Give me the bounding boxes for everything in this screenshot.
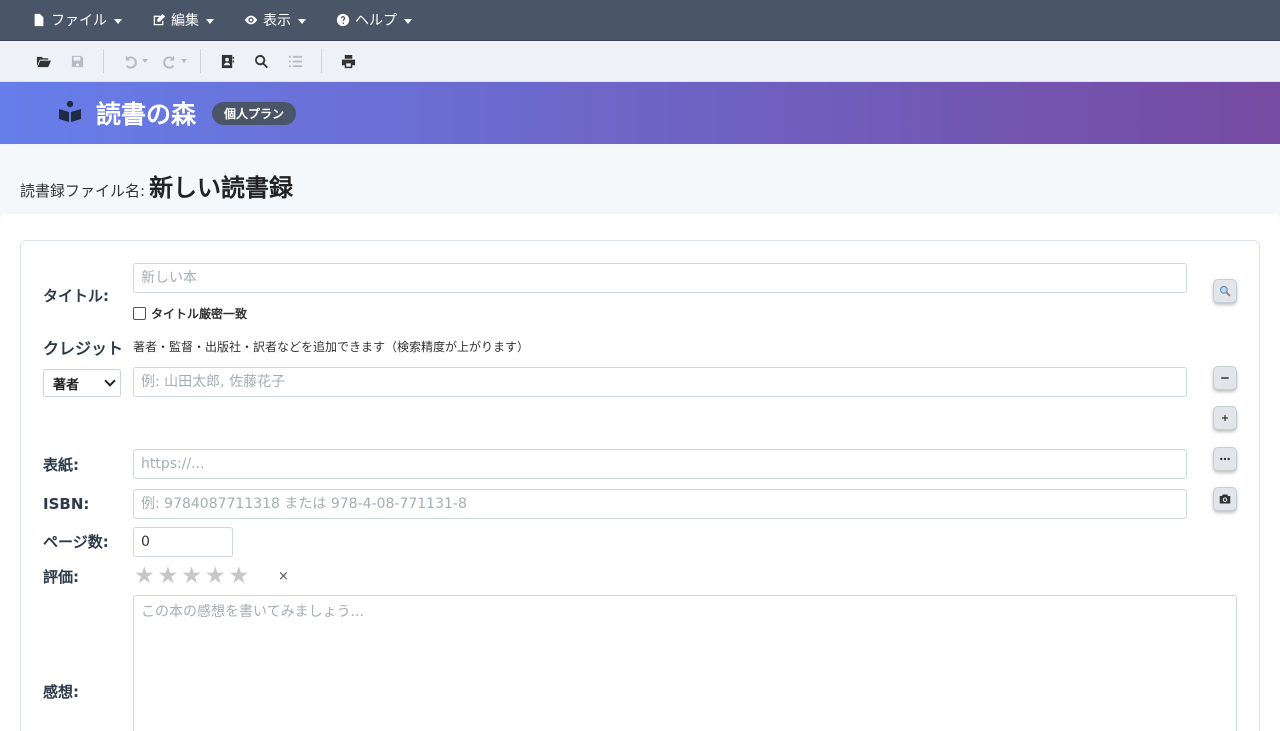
plus-icon: [1222, 415, 1228, 421]
star-icon[interactable]: ★: [205, 565, 226, 588]
credit-hint: 著者・監督・出版社・訳者などを追加できます（検索精度が上がります）: [133, 340, 530, 354]
cover-label: 表紙:: [43, 456, 79, 474]
title-input[interactable]: [133, 263, 1187, 293]
toolbar: [0, 41, 1280, 82]
eye-icon: [244, 15, 258, 25]
magnifier-icon: [1219, 285, 1231, 297]
star-icon[interactable]: ★: [229, 565, 250, 588]
folder-open-icon: [36, 56, 51, 67]
redo-button[interactable]: [159, 51, 179, 71]
exact-match-label: タイトル厳密一致: [151, 307, 248, 321]
ellipsis-icon: [1220, 457, 1230, 461]
main-content: タイトル: タイトル厳密一致 クレジット 著者・監督・出版社・訳者などを追加でき…: [0, 214, 1280, 731]
credit-role-select[interactable]: 著者: [43, 369, 121, 397]
menu-view-label: 表示: [263, 13, 291, 29]
isbn-scan-button[interactable]: [1213, 487, 1237, 511]
save-button[interactable]: [67, 51, 87, 71]
credit-label: クレジット: [43, 339, 124, 358]
undo-dropdown-icon[interactable]: [142, 59, 148, 63]
file-name[interactable]: 新しい読書録: [149, 168, 293, 203]
toolbar-separator: [200, 49, 201, 73]
remove-credit-button[interactable]: [1213, 366, 1237, 390]
review-textarea[interactable]: [133, 595, 1237, 731]
toolbar-separator: [103, 49, 104, 73]
review-label: 感想:: [43, 683, 79, 701]
menu-file-label: ファイル: [51, 13, 107, 29]
minus-icon: [1221, 377, 1229, 379]
chevron-down-icon: [104, 375, 116, 387]
menu-view[interactable]: 表示: [244, 10, 306, 30]
redo-icon: [162, 55, 174, 69]
menu-bar: ファイル 編集 表示 ヘルプ: [0, 0, 1280, 41]
save-icon: [71, 55, 83, 67]
rating-label: 評価:: [43, 568, 79, 586]
star-icon[interactable]: ★: [181, 565, 202, 588]
isbn-input[interactable]: [133, 489, 1187, 519]
star-icon[interactable]: ★: [158, 565, 179, 588]
brand-banner: 読書の森 個人プラン: [0, 82, 1280, 144]
file-name-label: 読書録ファイル名:: [20, 182, 146, 200]
brand-name: 読書の森: [96, 100, 197, 129]
book-reader-logo-icon: [58, 99, 82, 127]
open-button[interactable]: [33, 51, 53, 71]
star-icon[interactable]: ★: [134, 565, 155, 588]
address-book-button[interactable]: [217, 51, 237, 71]
isbn-label: ISBN:: [43, 495, 90, 513]
print-icon: [341, 54, 355, 68]
title-label: タイトル:: [43, 287, 109, 305]
plan-badge: 個人プラン: [212, 101, 297, 125]
caret-down-icon: [404, 18, 412, 24]
pages-label: ページ数:: [43, 533, 109, 551]
menu-help-label: ヘルプ: [355, 13, 397, 29]
redo-dropdown-icon[interactable]: [181, 59, 187, 63]
file-icon: [34, 13, 44, 27]
menu-edit-label: 編集: [171, 13, 199, 29]
file-name-line: 読書録ファイル名: 新しい読書録: [20, 168, 293, 203]
address-book-icon: [221, 54, 234, 68]
cover-options-button[interactable]: [1213, 447, 1237, 471]
caret-down-icon: [114, 18, 122, 24]
list-icon: [288, 55, 302, 67]
rating-clear-button[interactable]: ×: [278, 569, 289, 584]
search-button[interactable]: [251, 51, 271, 71]
undo-button[interactable]: [120, 51, 140, 71]
question-circle-icon: [336, 13, 350, 27]
add-credit-button[interactable]: [1213, 406, 1237, 430]
search-icon: [254, 54, 268, 68]
menu-file[interactable]: ファイル: [32, 10, 122, 30]
menu-edit[interactable]: 編集: [152, 10, 214, 30]
list-button[interactable]: [285, 51, 305, 71]
undo-icon: [125, 55, 137, 69]
credit-role-value: 著者: [53, 377, 80, 393]
exact-match-checkbox[interactable]: [133, 307, 146, 320]
book-form-panel: タイトル: タイトル厳密一致 クレジット 著者・監督・出版社・訳者などを追加でき…: [20, 240, 1260, 731]
title-search-button[interactable]: [1213, 279, 1237, 303]
rating-stars: ★ ★ ★ ★ ★: [134, 565, 252, 588]
caret-down-icon: [298, 18, 306, 24]
cover-url-input[interactable]: [133, 449, 1187, 479]
pages-input[interactable]: [133, 527, 233, 557]
credit-name-input[interactable]: [133, 367, 1187, 397]
caret-down-icon: [206, 18, 214, 24]
toolbar-separator: [321, 49, 322, 73]
exact-match-row: タイトル厳密一致: [133, 305, 247, 322]
edit-icon: [153, 13, 166, 26]
menu-help[interactable]: ヘルプ: [336, 10, 412, 30]
print-button[interactable]: [338, 51, 358, 71]
camera-icon: [1219, 494, 1231, 504]
